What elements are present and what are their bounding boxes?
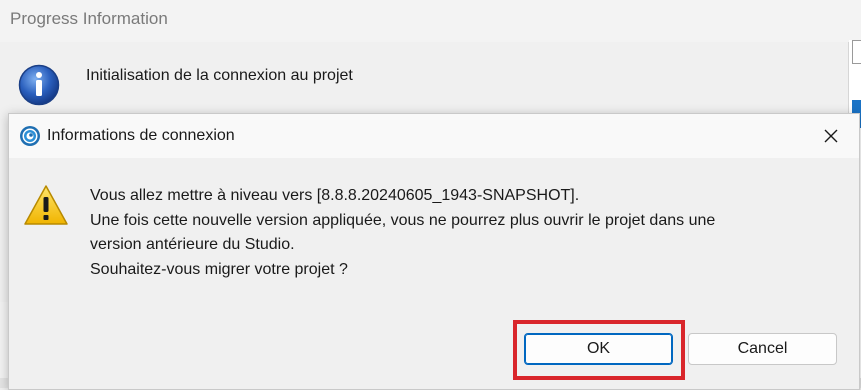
info-icon xyxy=(18,64,60,106)
message-line: Une fois cette nouvelle version appliqué… xyxy=(90,211,716,229)
progress-window-title: Progress Information xyxy=(10,9,168,28)
cancel-button[interactable]: Cancel xyxy=(688,333,837,365)
progress-message: Initialisation de la connexion au projet xyxy=(86,67,353,84)
message-line: Vous allez mettre à niveau vers [8.8.8.2… xyxy=(90,187,580,204)
app-swirl-icon xyxy=(20,126,40,146)
ok-button[interactable]: OK xyxy=(524,333,673,365)
message-line: version antérieure du Studio. xyxy=(90,236,295,253)
close-button[interactable] xyxy=(814,120,848,152)
close-icon xyxy=(824,129,838,143)
dialog-title: Informations de connexion xyxy=(47,127,235,144)
dialog-titlebar: Informations de connexion xyxy=(9,114,859,158)
progress-window-titlebar: Progress Information xyxy=(0,0,845,40)
connection-info-dialog: Informations de connexion Vous allez met… xyxy=(8,113,860,390)
dialog-message: Vous allez mettre à niveau vers [8.8.8.2… xyxy=(90,184,715,282)
background-window-field xyxy=(852,40,861,64)
warning-icon xyxy=(24,185,68,225)
message-line: Souhaitez-vous migrer votre projet ? xyxy=(90,260,348,278)
